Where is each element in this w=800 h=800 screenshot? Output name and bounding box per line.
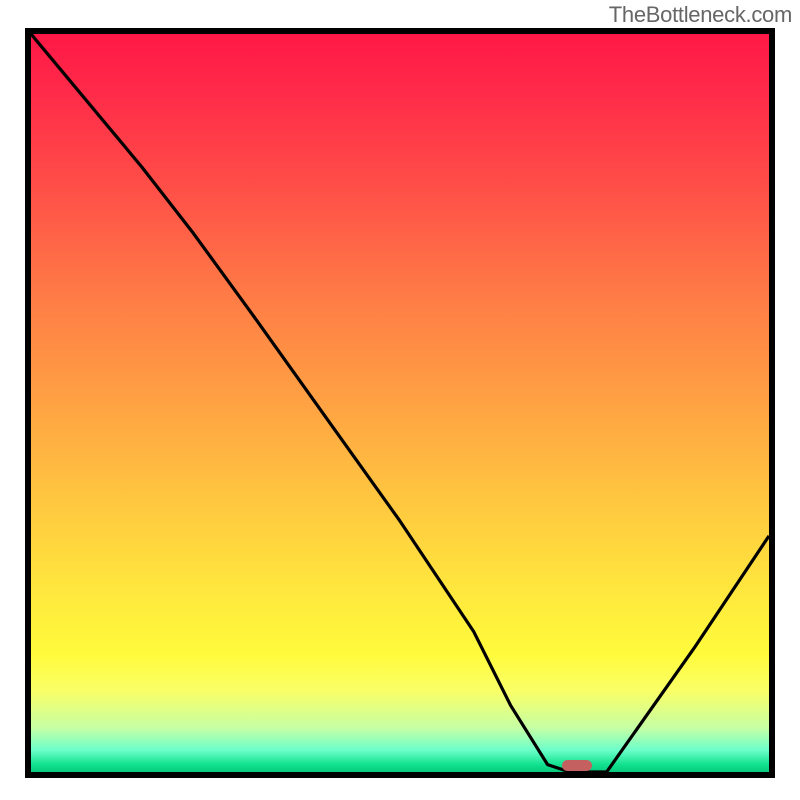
chart-frame [25, 28, 775, 778]
optimal-marker [562, 760, 592, 771]
watermark-text: TheBottleneck.com [609, 2, 792, 28]
bottleneck-curve [31, 34, 769, 772]
